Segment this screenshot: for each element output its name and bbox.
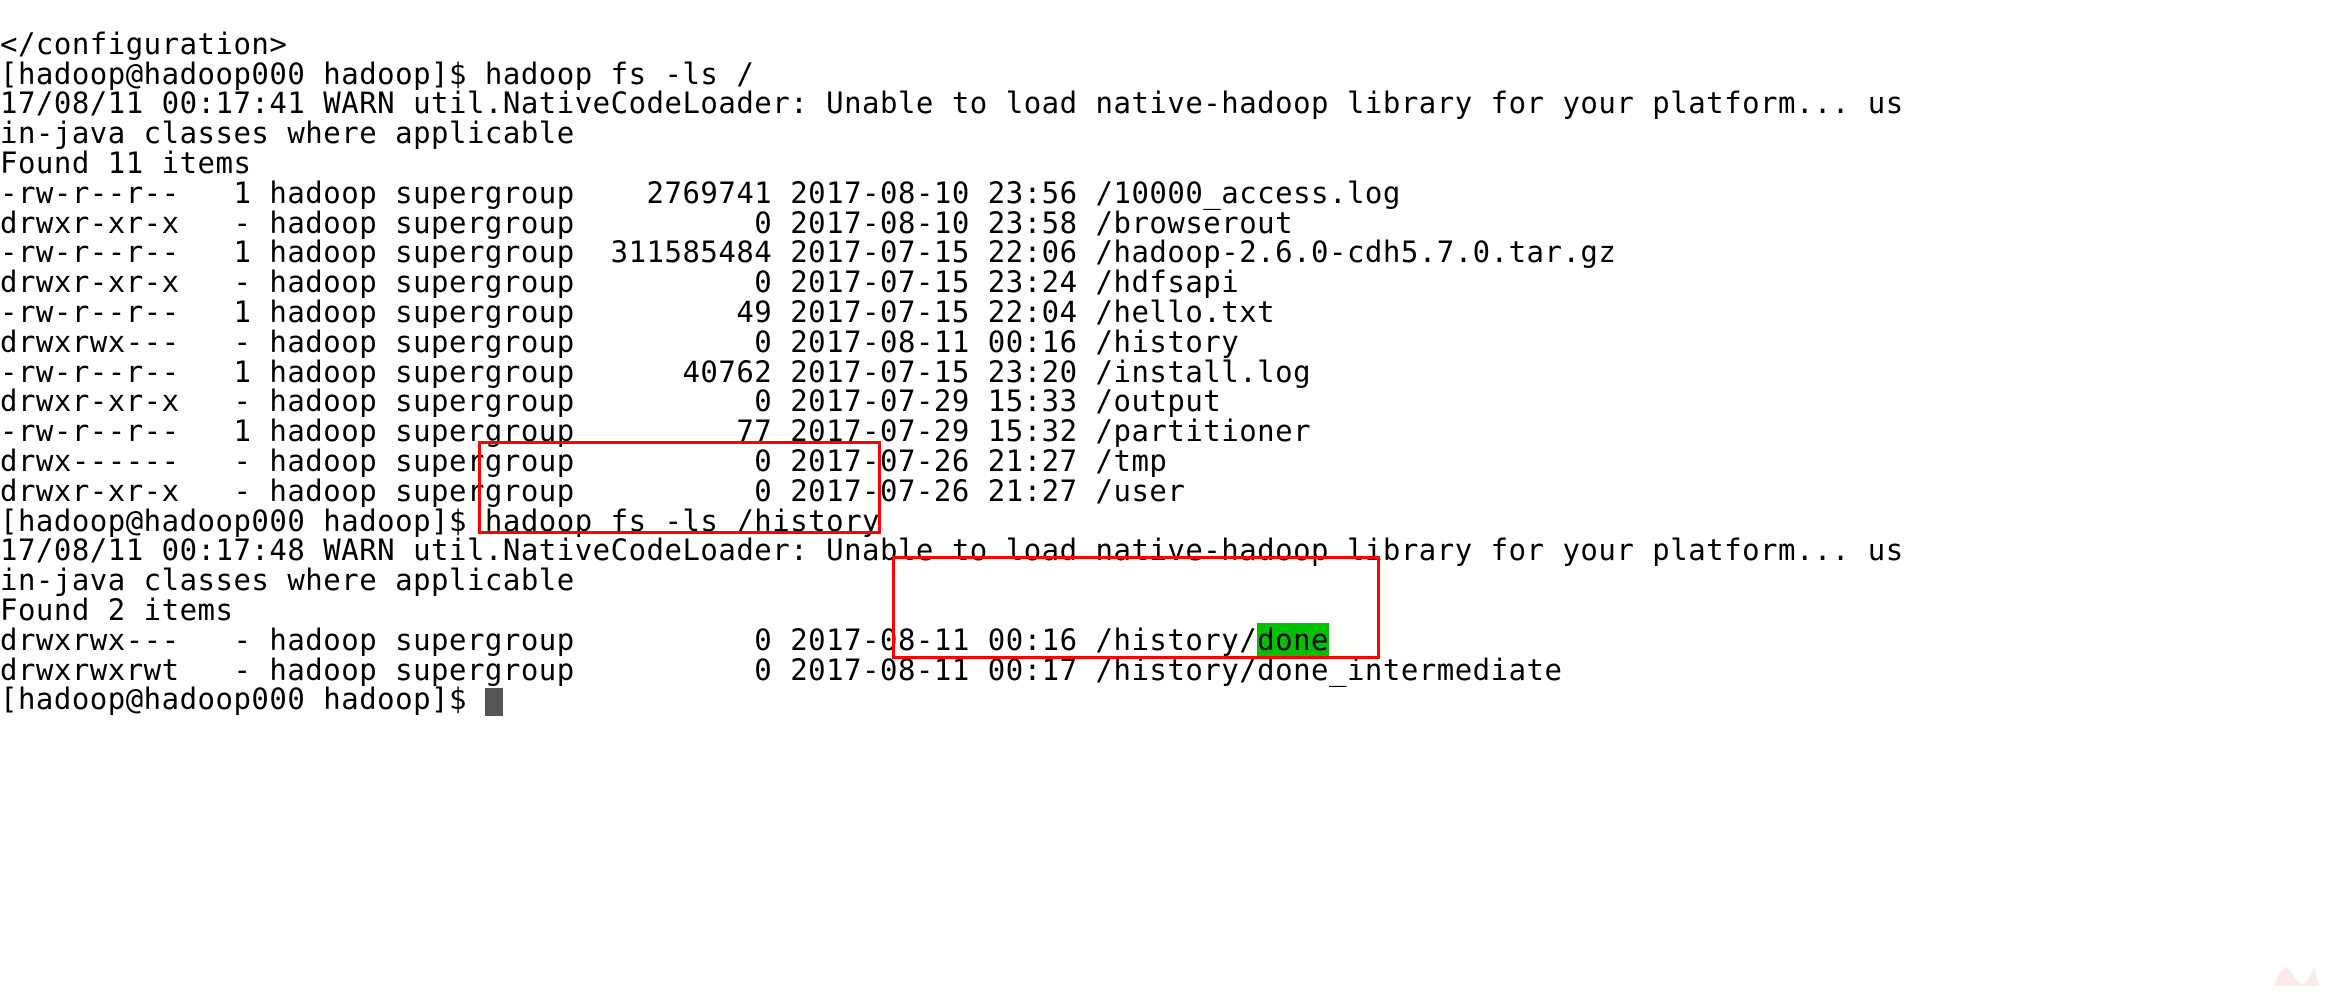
watermark-icon [2264, 946, 2324, 996]
text-cursor [485, 688, 503, 716]
terminal-output[interactable]: </configuration> [hadoop@hadoop000 hadoo… [0, 0, 2344, 716]
shell-prompt: [hadoop@hadoop000 hadoop]$ [0, 682, 485, 716]
